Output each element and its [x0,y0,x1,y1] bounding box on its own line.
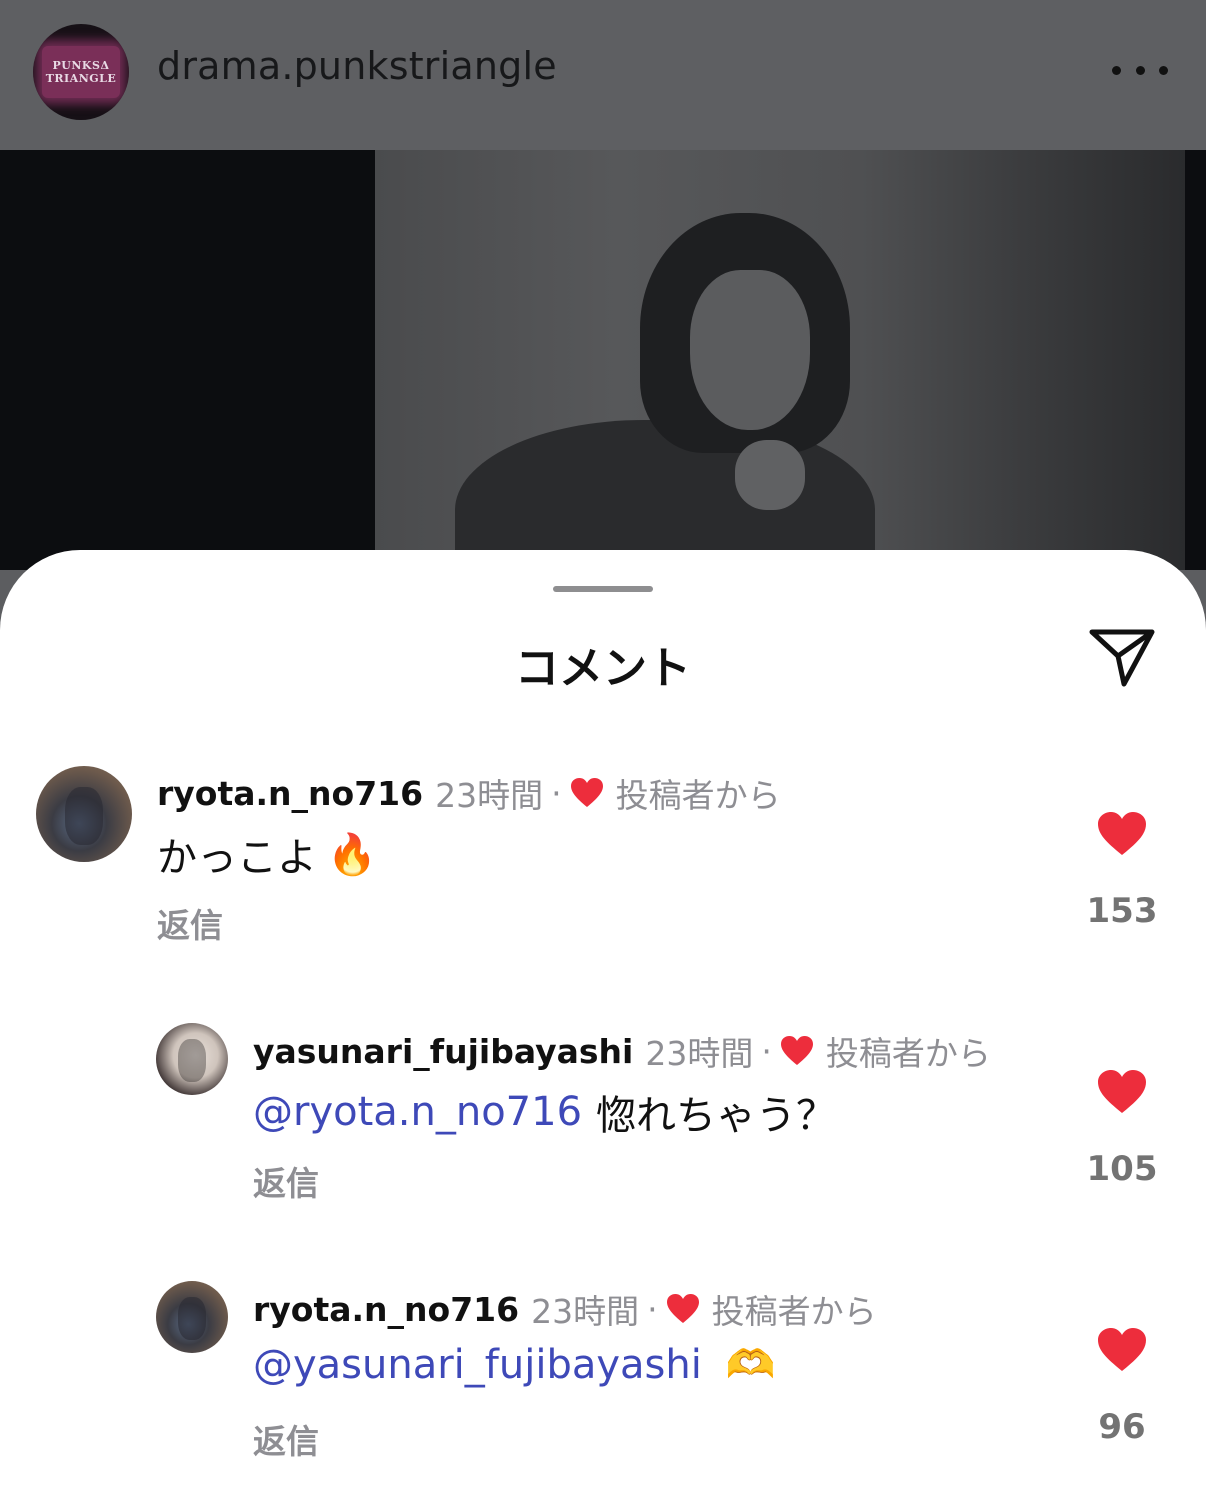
reply-button[interactable]: 返信 [157,899,223,947]
comment-text-row: @yasunari_fujibayashi 🫶 [253,1341,776,1389]
commenter-avatar[interactable] [36,766,132,862]
account-logo: PUNKSΔ TRIANGLE [42,46,120,98]
heart-hands-emoji: 🫶 [725,1342,776,1388]
like-count: 105 [1086,1149,1158,1189]
comments-sheet: コメント ryota.n_no716 23時間 · 投稿者から かっこよ 🔥 返… [0,550,1206,1507]
meta-separator: · [647,1289,658,1329]
like-heart-icon[interactable] [1097,1327,1147,1373]
logo-text-top: PUNKSΔ [52,59,110,72]
meta-separator: · [551,773,562,813]
comment-time: 23時間 [435,776,544,815]
liked-by-author-label: 投稿者から [711,1292,877,1331]
like-count: 96 [1098,1407,1146,1447]
reply-button[interactable]: 返信 [253,1157,319,1205]
commenter-avatar[interactable] [156,1281,228,1353]
comment-text: かっこよ [157,835,317,881]
comment-time: 23時間 [531,1292,640,1331]
liked-by-author-label: 投稿者から [825,1034,991,1073]
liked-by-author-heart-icon [570,778,603,807]
share-paper-plane-icon[interactable] [1088,626,1158,690]
comment-username[interactable]: ryota.n_no716 [157,774,423,813]
liked-by-author-heart-icon [666,1294,699,1323]
comment-text-row: @ryota.n_no716 惚れちゃう？ [253,1083,836,1141]
logo-text-bottom: TRIANGLE [45,72,117,85]
account-avatar[interactable]: PUNKSΔ TRIANGLE [33,24,129,120]
like-count: 153 [1086,891,1158,931]
sheet-title: コメント [515,643,691,694]
comment-username[interactable]: yasunari_fujibayashi [253,1032,633,1071]
more-options-icon[interactable] [1112,60,1168,80]
like-heart-icon[interactable] [1097,811,1147,857]
comment-time: 23時間 [645,1034,754,1073]
like-heart-icon[interactable] [1097,1069,1147,1115]
mention-link[interactable]: @ryota.n_no716 [253,1089,582,1135]
post-photo [0,150,1206,570]
sheet-drag-handle[interactable] [553,586,653,592]
comment-text-row: かっこよ 🔥 [157,825,377,883]
meta-separator: · [761,1031,772,1071]
fire-emoji: 🔥 [327,831,377,878]
liked-by-author-label: 投稿者から [615,776,781,815]
reply-button[interactable]: 返信 [253,1415,319,1463]
mention-link[interactable]: @yasunari_fujibayashi [253,1342,702,1388]
commenter-avatar[interactable] [156,1023,228,1095]
comment-text: 惚れちゃう？ [596,1093,837,1139]
account-username[interactable]: drama.punkstriangle [157,44,557,88]
post-header: PUNKSΔ TRIANGLE drama.punkstriangle [0,0,1206,150]
liked-by-author-heart-icon [780,1036,813,1065]
comment-username[interactable]: ryota.n_no716 [253,1290,519,1329]
